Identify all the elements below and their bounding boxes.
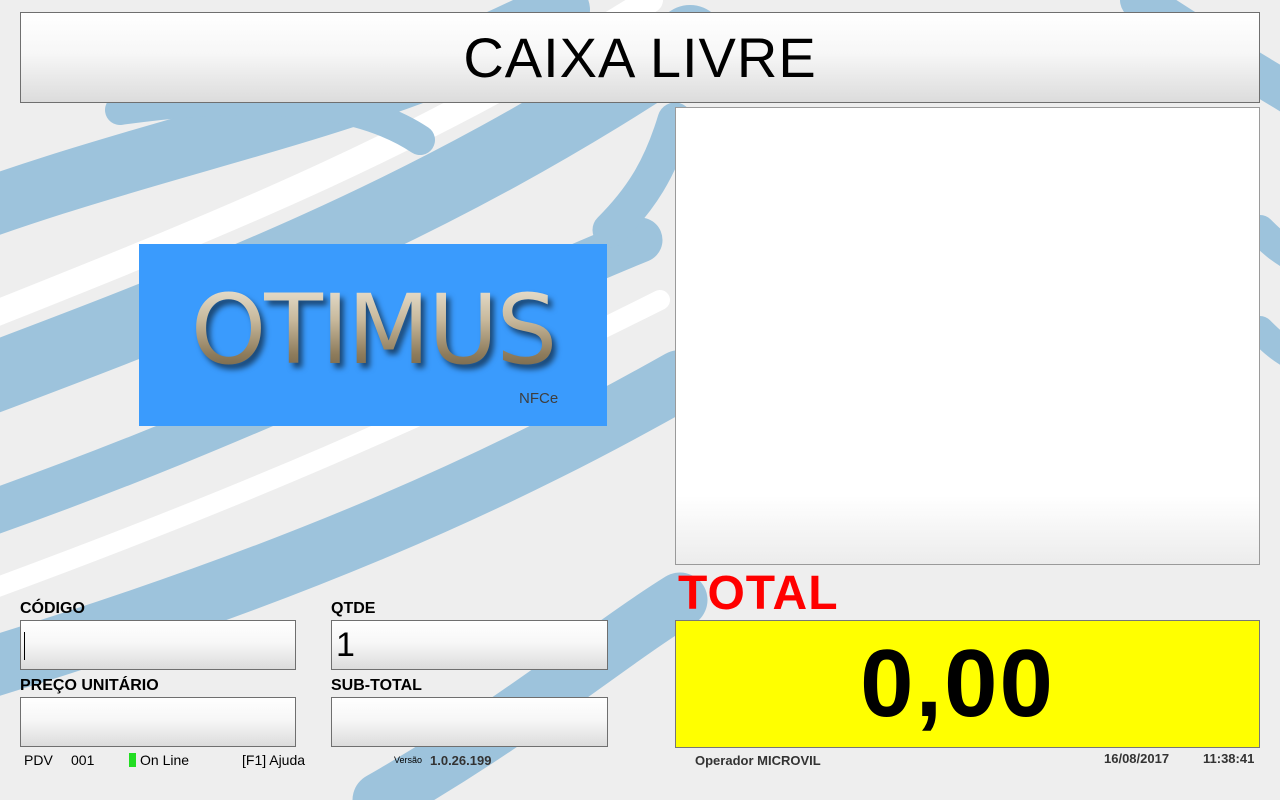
version-number: 1.0.26.199 <box>430 753 492 768</box>
qtde-field[interactable] <box>331 620 608 670</box>
status-time: 11:38:41 <box>1203 751 1255 766</box>
online-indicator-icon <box>129 753 136 767</box>
logo-subtitle: NFCe <box>519 390 559 407</box>
items-list-panel[interactable] <box>675 107 1260 565</box>
operator-name: Operador MICROVIL <box>695 753 821 768</box>
status-date: 16/08/2017 <box>1104 751 1170 766</box>
codigo-input[interactable] <box>21 621 295 669</box>
help-hint[interactable]: [F1] Ajuda <box>242 752 305 768</box>
version-label: Versão <box>394 755 423 765</box>
codigo-field[interactable] <box>20 620 296 670</box>
preco-unitario-label: PREÇO UNITÁRIO <box>20 677 159 694</box>
total-value: 0,00 <box>860 630 1055 737</box>
pdv-label: PDV <box>24 752 53 768</box>
status-title-bar: CAIXA LIVRE <box>20 12 1260 103</box>
sub-total-label: SUB-TOTAL <box>331 677 422 694</box>
preco-unitario-field[interactable] <box>20 697 296 747</box>
qtde-input[interactable] <box>332 621 607 669</box>
sub-total-input[interactable] <box>332 698 607 746</box>
qtde-label: QTDE <box>331 600 376 617</box>
preco-unitario-input[interactable] <box>21 698 295 746</box>
total-label: TOTAL <box>678 567 839 620</box>
pdv-number: 001 <box>71 752 95 768</box>
codigo-label: CÓDIGO <box>20 600 85 617</box>
status-title: CAIXA LIVRE <box>463 26 817 89</box>
logo-brand-text: OTIMUS <box>139 282 607 378</box>
connection-status: On Line <box>140 752 190 768</box>
total-display: 0,00 <box>675 620 1260 748</box>
text-caret <box>24 632 25 660</box>
sub-total-field[interactable] <box>331 697 608 747</box>
